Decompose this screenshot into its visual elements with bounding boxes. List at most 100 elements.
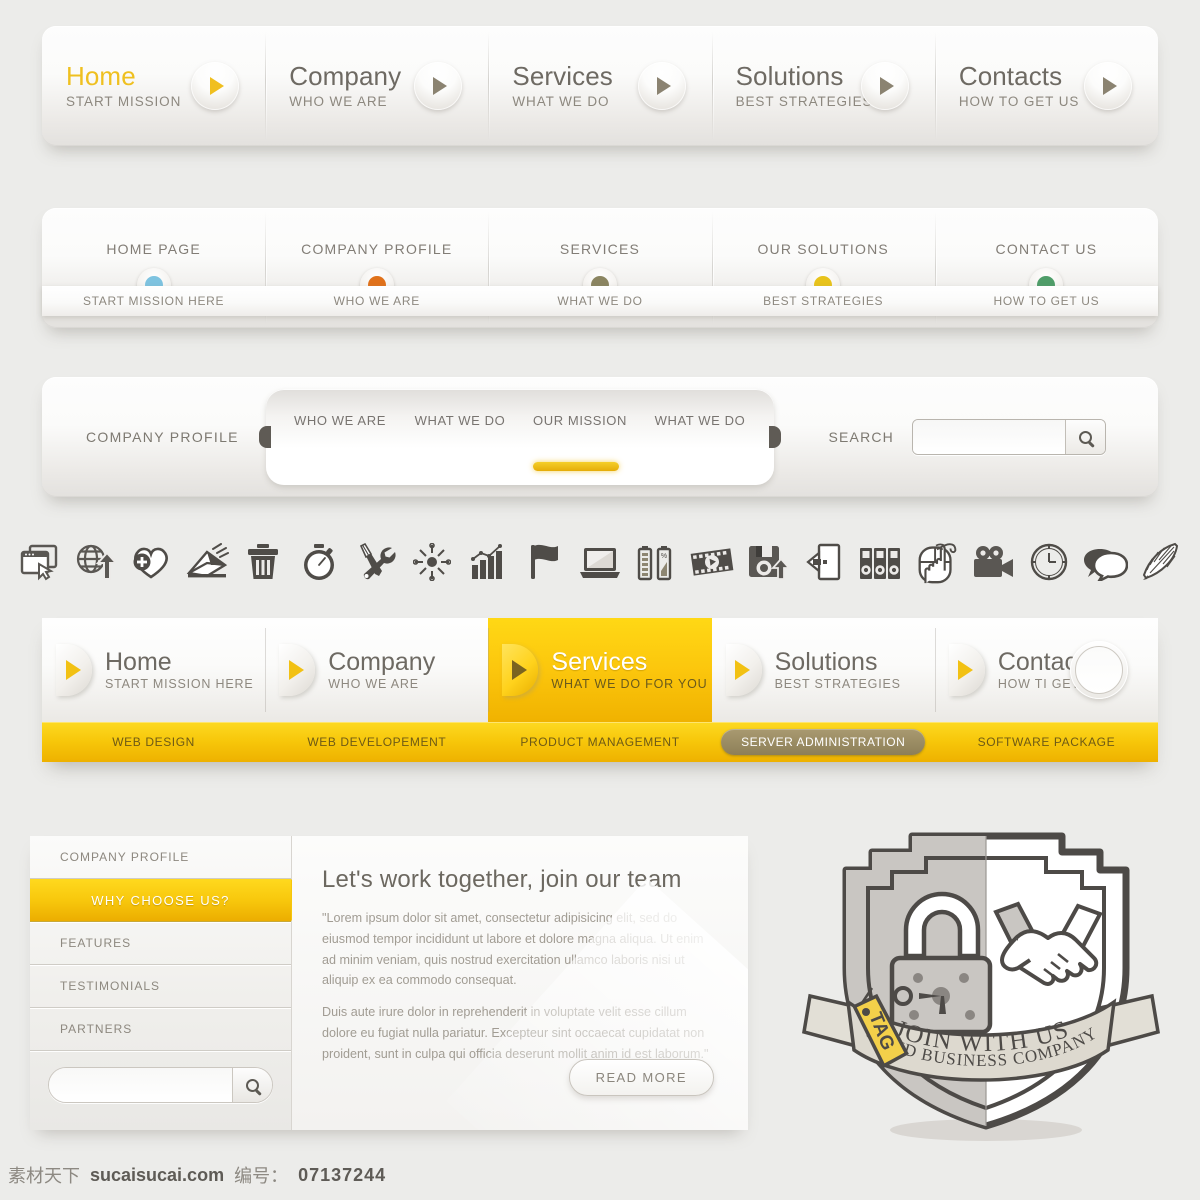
nav4-item-subtitle: BEST STRATEGIES (774, 677, 901, 692)
sidebar-search-button[interactable] (232, 1068, 272, 1102)
footer-id-value: 07137244 (298, 1164, 387, 1185)
read-more-button[interactable]: READ MORE (568, 1059, 714, 1096)
nav4-item-company[interactable]: Company WHO WE ARE (265, 618, 488, 722)
laptop-icon[interactable] (575, 536, 625, 588)
speech-bubbles-icon[interactable] (1080, 536, 1130, 588)
tab-what-we-do-2[interactable]: WHAT WE DO (640, 413, 760, 428)
nav-item-services[interactable]: Services WHAT WE DO (488, 26, 711, 146)
secondary-navigation-bar: HOME PAGE COMPANY PROFILE SERVICES OUR S… (42, 208, 1158, 328)
svg-text:%: % (661, 553, 667, 560)
play-arrow-icon[interactable] (637, 62, 686, 110)
clock-icon[interactable] (1024, 536, 1074, 588)
nav-item-title: Services (512, 61, 613, 92)
tab-who-we-are[interactable]: WHO WE ARE (280, 413, 400, 428)
play-arrow-icon[interactable] (1084, 62, 1133, 110)
nav-item-title: Solutions (735, 61, 844, 92)
heart-plus-icon[interactable] (126, 536, 176, 588)
mail-send-icon[interactable] (182, 536, 232, 588)
nav2-item-subtitle: HOW TO GET US (993, 294, 1100, 308)
sidebar-search-input[interactable] (49, 1068, 232, 1102)
panel-sidebar: COMPANY PROFILE WHY CHOOSE US? FEATURES … (30, 836, 313, 1130)
tab-what-we-do[interactable]: WHAT WE DO (400, 413, 520, 428)
sidebar-item-why-choose-us[interactable]: WHY CHOOSE US? (30, 879, 313, 922)
footer-id-label: 编号： (234, 1166, 289, 1186)
nav4-item-home[interactable]: Home START MISSION HERE (42, 618, 265, 722)
sidebar-item-partners[interactable]: PARTNERS (30, 1008, 291, 1051)
nav4-item-solutions[interactable]: Solutions BEST STRATEGIES (712, 618, 935, 722)
nav4-item-contact-us[interactable]: Contact us HOW TI GET US (934, 618, 1158, 722)
mouse-click-icon[interactable] (912, 536, 962, 588)
panel-paragraph-2: Duis aute irure dolor in reprehenderit i… (322, 1005, 709, 1061)
nav-item-home[interactable]: Home START MISSION (42, 26, 265, 146)
play-arrow-icon (279, 644, 316, 696)
nav2-item-title: CONTACT US (995, 241, 1098, 257)
nav4-item-title: Services (551, 647, 648, 676)
feather-quill-icon[interactable] (1136, 536, 1186, 588)
globe-upload-icon[interactable] (70, 536, 120, 588)
nav2-item-subtitle: WHAT WE DO (557, 294, 643, 308)
sidebar-item-testimonials[interactable]: TESTIMONIALS (30, 965, 291, 1008)
video-camera-icon[interactable] (968, 536, 1018, 588)
search-icon (246, 1078, 259, 1092)
sublink-label: SERVER ADMINISTRATION (721, 729, 926, 755)
sublink-web-developement[interactable]: WEB DEVELOPEMENT (265, 735, 488, 749)
search-area: SEARCH (828, 419, 1106, 455)
floppy-upload-icon[interactable] (743, 536, 793, 588)
sidebar-item-features[interactable]: FEATURES (30, 922, 291, 965)
nav-item-subtitle: HOW TO GET US (958, 93, 1080, 109)
empty-circle-button[interactable] (1070, 641, 1129, 699)
search-input[interactable] (913, 420, 1065, 454)
nav4-item-services[interactable]: Services WHAT WE DO FOR YOU (488, 618, 712, 722)
tools-icon[interactable] (351, 536, 401, 588)
yellow-sublink-bar: WEB DESIGN WEB DEVELOPEMENT PRODUCT MANA… (42, 722, 1158, 762)
stopwatch-icon[interactable] (294, 536, 344, 588)
play-arrow-icon[interactable] (414, 62, 463, 110)
nav4-item-subtitle: WHAT WE DO FOR YOU (551, 677, 708, 692)
nav2-item-subtitle: BEST STRATEGIES (763, 294, 884, 308)
nav-item-subtitle: WHAT WE DO (512, 93, 610, 109)
nav-item-company[interactable]: Company WHO WE ARE (265, 26, 488, 146)
sublink-server-administration[interactable]: SERVER ADMINISTRATION (712, 729, 935, 755)
yellow-navigation-bar: Home START MISSION HERE Company WHO WE A… (42, 618, 1158, 762)
film-play-icon[interactable] (687, 536, 737, 588)
sublink-product-management[interactable]: PRODUCT MANAGEMENT (488, 735, 711, 749)
nav3-section-label: COMPANY PROFILE (86, 429, 239, 445)
shield-badge: JOIN WITH US SOLID BUSINESS COMPANY TAG (800, 818, 1160, 1148)
play-arrow-icon (725, 644, 762, 696)
sublink-software-package[interactable]: SOFTWARE PACKAGE (935, 735, 1158, 749)
nav-item-title: Contacts (958, 61, 1063, 92)
icon-set-row: % (0, 536, 1200, 608)
sublink-web-design[interactable]: WEB DESIGN (42, 735, 265, 749)
search-icon (1079, 430, 1092, 444)
play-arrow-icon[interactable] (191, 62, 240, 110)
nav2-item-title: COMPANY PROFILE (301, 241, 453, 257)
flag-icon[interactable] (519, 536, 569, 588)
search-box[interactable] (912, 419, 1106, 455)
trash-icon[interactable] (238, 536, 288, 588)
nav-item-solutions[interactable]: Solutions BEST STRATEGIES (711, 26, 935, 146)
play-arrow-icon[interactable] (860, 62, 909, 110)
nav4-item-subtitle: START MISSION HERE (105, 677, 254, 692)
binders-icon[interactable] (855, 536, 905, 588)
exit-door-icon[interactable] (799, 536, 849, 588)
play-arrow-icon (502, 644, 539, 696)
nav2-item-title: HOME PAGE (106, 241, 201, 257)
nav-item-contacts[interactable]: Contacts HOW TO GET US (934, 26, 1158, 146)
sidebar-search-box[interactable] (48, 1067, 273, 1103)
battery-icon[interactable]: % (631, 536, 681, 588)
bar-chart-icon[interactable] (463, 536, 513, 588)
nav4-item-title: Company (328, 647, 436, 676)
nav-item-title: Home (66, 61, 136, 92)
nav4-item-title: Solutions (774, 647, 878, 676)
browser-window-icon[interactable] (14, 536, 64, 588)
compass-icon[interactable] (407, 536, 457, 588)
play-arrow-icon (948, 644, 985, 696)
nav4-item-title: Home (105, 647, 172, 676)
nav2-item-subtitle: WHO WE ARE (333, 294, 420, 308)
nav-item-subtitle: START MISSION (66, 93, 182, 109)
nav-item-subtitle: WHO WE ARE (289, 93, 388, 109)
tab-our-mission[interactable]: OUR MISSION (520, 413, 640, 428)
sidebar-item-company-profile[interactable]: COMPANY PROFILE (30, 836, 291, 879)
nav-item-title: Company (289, 61, 402, 92)
search-button[interactable] (1065, 420, 1105, 454)
